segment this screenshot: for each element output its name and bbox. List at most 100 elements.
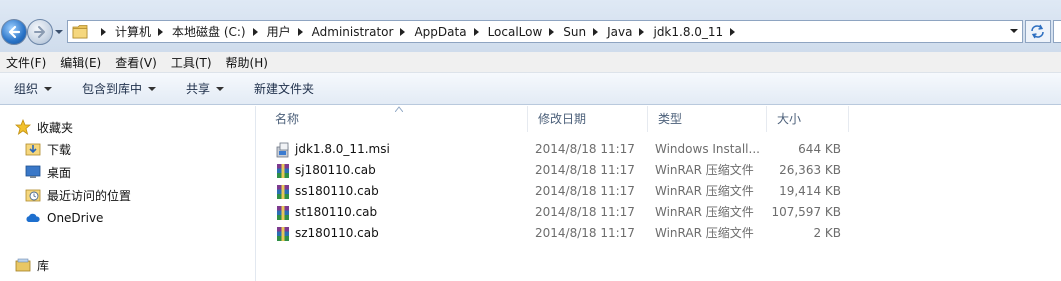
recent-pages-dropdown-icon[interactable] <box>54 28 64 36</box>
address-bar-row: 计算机 本地磁盘 (C:) 用户 Administrator AppData LocalL… <box>0 0 1061 52</box>
file-row[interactable]: sj180110.cab 2014/8/18 11:17 WinRAR 压缩文件… <box>257 160 1061 181</box>
include-in-library-button[interactable]: 包含到库中 <box>82 80 157 97</box>
winrar-archive-icon <box>277 205 289 220</box>
forward-arrow-icon <box>34 26 45 38</box>
nav-libraries-label: 库 <box>37 258 50 273</box>
winrar-archive-icon <box>277 184 289 199</box>
menu-file[interactable]: 文件(F) <box>6 54 46 71</box>
nav-recent-places[interactable]: 最近访问的位置 <box>25 185 131 205</box>
file-date: 2014/8/18 11:17 <box>535 142 635 156</box>
breadcrumb-separator-icon[interactable] <box>730 27 736 36</box>
menu-edit[interactable]: 编辑(E) <box>60 54 101 71</box>
file-type: WinRAR 压缩文件 <box>655 226 754 240</box>
share-label: 共享 <box>186 82 211 96</box>
recent-places-icon <box>25 189 41 202</box>
file-name: st180110.cab <box>295 205 378 219</box>
breadcrumb-separator-icon[interactable] <box>549 27 555 36</box>
downloads-folder-icon <box>25 143 41 156</box>
folder-icon <box>72 25 88 39</box>
breadcrumb-segment[interactable]: 用户 <box>267 23 291 40</box>
menu-bar: 文件(F) 编辑(E) 查看(V) 工具(T) 帮助(H) <box>0 52 1061 73</box>
file-row[interactable]: st180110.cab 2014/8/18 11:17 WinRAR 压缩文件… <box>257 202 1061 223</box>
column-header-size[interactable]: 大小 <box>767 106 849 132</box>
nav-onedrive-label: OneDrive <box>47 211 104 225</box>
breadcrumb-separator-icon[interactable] <box>252 27 258 36</box>
nav-favorites[interactable]: 收藏夹 <box>15 117 73 137</box>
share-button[interactable]: 共享 <box>186 80 225 97</box>
breadcrumb-separator-icon[interactable] <box>593 27 599 36</box>
breadcrumb-segment[interactable]: Administrator <box>312 25 394 39</box>
navigation-pane: 收藏夹 下载 桌面 最近访问的位置 OneDrive 库 <box>0 106 256 281</box>
menu-tools[interactable]: 工具(T) <box>171 54 212 71</box>
nav-downloads-label: 下载 <box>47 142 72 157</box>
file-date: 2014/8/18 11:17 <box>535 163 635 177</box>
file-row[interactable]: ss180110.cab 2014/8/18 11:17 WinRAR 压缩文件… <box>257 181 1061 202</box>
organize-button[interactable]: 组织 <box>14 80 53 97</box>
breadcrumb: 计算机 本地磁盘 (C:) 用户 Administrator AppData LocalL… <box>94 21 744 42</box>
file-name-cell: st180110.cab <box>275 202 377 223</box>
breadcrumb-segment[interactable]: Java <box>607 25 632 39</box>
nav-recent-places-label: 最近访问的位置 <box>47 188 132 203</box>
back-button[interactable] <box>1 19 27 45</box>
menu-help[interactable]: 帮助(H) <box>226 54 268 71</box>
file-date: 2014/8/18 11:17 <box>535 184 635 198</box>
file-name: jdk1.8.0_11.msi <box>295 142 390 156</box>
new-folder-label: 新建文件夹 <box>254 82 315 96</box>
column-header-date[interactable]: 修改日期 <box>528 106 648 132</box>
file-row[interactable]: jdk1.8.0_11.msi 2014/8/18 11:17 Windows … <box>257 139 1061 160</box>
command-bar: 组织 包含到库中 共享 新建文件夹 <box>0 73 1061 105</box>
breadcrumb-separator-icon[interactable] <box>158 27 164 36</box>
nav-desktop[interactable]: 桌面 <box>25 162 71 182</box>
msi-installer-icon <box>276 142 289 157</box>
file-name: sz180110.cab <box>295 226 379 240</box>
nav-favorites-label: 收藏夹 <box>37 120 74 135</box>
breadcrumb-segment[interactable]: LocalLow <box>488 25 543 39</box>
caret-down-icon <box>44 86 53 91</box>
file-size: 2 KB <box>813 226 841 240</box>
file-name: ss180110.cab <box>295 184 379 198</box>
nav-downloads[interactable]: 下载 <box>25 139 71 159</box>
file-name-cell: sj180110.cab <box>275 160 376 181</box>
breadcrumb-segment[interactable]: 本地磁盘 (C:) <box>172 23 246 40</box>
libraries-icon <box>15 258 31 272</box>
file-type: WinRAR 压缩文件 <box>655 205 754 219</box>
file-type: WinRAR 压缩文件 <box>655 184 754 198</box>
breadcrumb-segment[interactable]: jdk1.8.0_11 <box>653 25 723 39</box>
address-bar[interactable]: 计算机 本地磁盘 (C:) 用户 Administrator AppData LocalL… <box>67 20 1023 43</box>
column-header-name[interactable]: 名称 <box>265 106 528 132</box>
back-arrow-icon <box>8 25 21 39</box>
new-folder-button[interactable]: 新建文件夹 <box>254 80 314 97</box>
file-name-cell: sz180110.cab <box>275 223 379 244</box>
organize-label: 组织 <box>14 82 39 96</box>
nav-onedrive[interactable]: OneDrive <box>25 208 103 228</box>
star-icon <box>15 119 31 135</box>
breadcrumb-separator-icon[interactable] <box>639 27 645 36</box>
file-name-cell: jdk1.8.0_11.msi <box>275 139 390 160</box>
file-list: 名称 修改日期 类型 大小 jdk1.8.0_11.msi 2014/8/18 … <box>257 106 1061 281</box>
refresh-icon <box>1031 24 1044 39</box>
breadcrumb-segment[interactable]: AppData <box>414 25 466 39</box>
forward-button[interactable] <box>27 19 53 45</box>
file-size: 26,363 KB <box>779 163 841 177</box>
search-box[interactable] <box>1053 20 1061 43</box>
nav-libraries[interactable]: 库 <box>15 255 49 275</box>
nav-desktop-label: 桌面 <box>47 165 72 180</box>
breadcrumb-separator-icon[interactable] <box>400 27 406 36</box>
menu-view[interactable]: 查看(V) <box>115 54 157 71</box>
breadcrumb-separator-icon[interactable] <box>297 27 303 36</box>
caret-down-icon <box>216 86 225 91</box>
caret-down-icon <box>148 86 157 91</box>
column-header-type[interactable]: 类型 <box>648 106 767 132</box>
breadcrumb-separator-icon[interactable] <box>473 27 479 36</box>
address-history-dropdown-icon[interactable] <box>1009 27 1019 35</box>
file-row[interactable]: sz180110.cab 2014/8/18 11:17 WinRAR 压缩文件… <box>257 223 1061 244</box>
breadcrumb-segment[interactable]: Sun <box>563 25 586 39</box>
desktop-icon <box>25 165 41 178</box>
breadcrumb-segment[interactable]: 计算机 <box>115 23 151 40</box>
file-type: WinRAR 压缩文件 <box>655 163 754 177</box>
onedrive-cloud-icon <box>26 213 40 222</box>
file-date: 2014/8/18 11:17 <box>535 205 635 219</box>
breadcrumb-separator-icon[interactable] <box>101 27 106 36</box>
refresh-button[interactable] <box>1025 20 1051 43</box>
file-type: Windows Install... <box>655 142 760 156</box>
